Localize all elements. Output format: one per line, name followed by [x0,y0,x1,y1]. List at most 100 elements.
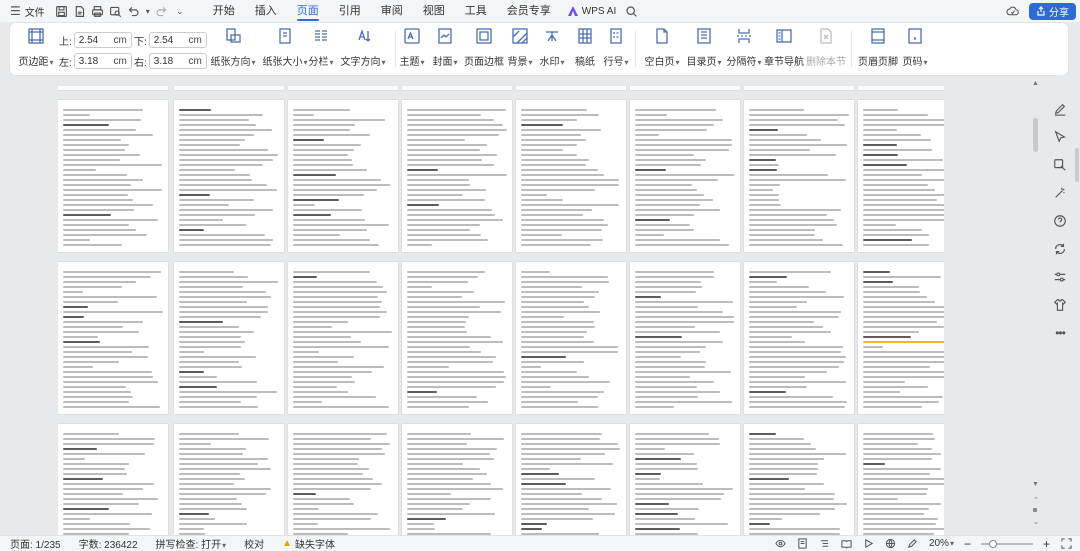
fit-page-icon[interactable] [1060,538,1072,550]
manuscript-button[interactable]: 稿纸 [572,23,598,75]
print-preview-icon[interactable] [107,2,125,20]
shirt-icon[interactable] [1051,296,1069,314]
page-thumbnail[interactable] [630,100,740,252]
page-view-icon[interactable] [797,538,809,550]
wps-ai-button[interactable]: WPS AI [561,5,622,17]
style-brush-icon[interactable] [1051,156,1069,174]
word-count[interactable]: 字数: 236422 [69,536,146,551]
page-thumbnail[interactable] [58,100,168,252]
section-nav-button[interactable]: 章节导航 [764,23,804,75]
page-thumbnail[interactable] [516,424,626,535]
cloud-sync-icon[interactable] [1003,2,1021,20]
page-thumbnail[interactable] [174,424,284,535]
play-icon[interactable] [863,538,875,550]
page-thumbnail[interactable] [516,262,626,414]
share-button[interactable]: 分享 [1029,2,1076,20]
delete-section-button[interactable]: 删除本节 [806,23,846,75]
page-thumbnail[interactable] [744,86,854,90]
zoom-level[interactable]: 20% [929,538,954,549]
zoom-in-icon[interactable]: + [1043,537,1050,551]
scroll-down-icon[interactable]: ▼ [1032,481,1039,488]
page-thumbnail[interactable] [630,424,740,535]
tab-review[interactable]: 审阅 [371,0,413,22]
blank-page-button[interactable]: 空白页 [644,23,680,75]
undo-icon[interactable] [125,2,143,20]
magic-tools-icon[interactable] [1051,184,1069,202]
page-thumbnail[interactable] [288,100,398,252]
page-thumbnail[interactable] [402,424,512,535]
zoom-slider[interactable] [980,539,1033,548]
page-thumbnail[interactable] [174,262,284,414]
settings-sliders-icon[interactable] [1051,268,1069,286]
margin-left-field[interactable]: 左: 3.18 cm [59,53,132,69]
page-thumbnail[interactable] [744,262,854,414]
print-icon[interactable] [89,2,107,20]
page-thumbnail[interactable] [744,100,854,252]
file-menu[interactable]: ☰ 文件 [0,4,53,19]
tab-member[interactable]: 会员专享 [497,0,561,22]
margin-top-field[interactable]: 上: 2.54 cm [59,32,132,48]
save-icon[interactable] [53,2,71,20]
web-layout-icon[interactable] [885,538,897,550]
page-thumbnail[interactable] [174,86,284,90]
page-border-button[interactable]: 页面边框 [464,23,504,75]
watermark-button[interactable]: 水印 [538,23,566,75]
eye-protection-icon[interactable] [775,538,787,550]
help-icon[interactable] [1051,212,1069,230]
columns-button[interactable]: 分栏 [306,23,336,75]
margin-bottom-field[interactable]: 下: 2.54 cm [134,32,207,48]
scroll-up-icon[interactable]: ▲ [1032,80,1039,87]
separator-button[interactable]: 分隔符 [726,23,762,75]
page-thumbnail[interactable] [288,262,398,414]
more-icon[interactable]: ••• [1051,324,1069,342]
redo-icon[interactable] [153,2,171,20]
margin-right-field[interactable]: 右: 3.18 cm [134,53,207,69]
sidebar-scroll-thumb[interactable] [1075,148,1079,182]
cover-button[interactable]: 封面 [431,23,459,75]
tab-tools[interactable]: 工具 [455,0,497,22]
page-thumbnail[interactable] [402,86,512,90]
page-thumbnail[interactable] [744,424,854,535]
more-quick-access-icon[interactable]: ⌄ [171,2,189,20]
zoom-out-icon[interactable]: − [964,537,971,551]
page-thumbnail[interactable] [174,100,284,252]
zoom-slider-knob[interactable] [988,539,997,548]
page-number-button[interactable]: 页码 [900,23,930,75]
page-thumbnail[interactable] [858,262,944,414]
edit-mode-icon[interactable] [907,538,919,550]
page-thumbnail[interactable] [288,424,398,535]
spell-check-toggle[interactable]: 拼写检查: 打开 [146,536,235,551]
page-thumbnail[interactable] [58,86,168,90]
next-page-icon[interactable]: ⌄ [1033,518,1039,526]
undo-dropdown-icon[interactable]: ▾ [143,2,153,20]
export-pdf-icon[interactable] [71,2,89,20]
vertical-scrollbar[interactable]: ▲ ▼ ⌃ ⌄ [1030,78,1042,537]
page-thumbnail[interactable] [402,262,512,414]
missing-font-button[interactable]: ▲ 缺失字体 [272,536,343,551]
page-thumbnail[interactable] [858,100,944,252]
sync-icon[interactable] [1051,240,1069,258]
proofread-button[interactable]: 校对 [234,536,272,551]
page-indicator[interactable]: 页面: 1/235 [0,536,69,551]
tab-references[interactable]: 引用 [329,0,371,22]
paper-orientation-button[interactable]: 纸张方向 [210,23,256,75]
outline-view-icon[interactable] [819,538,831,550]
page-thumbnail[interactable] [58,262,168,414]
tab-insert[interactable]: 插入 [245,0,287,22]
page-thumbnail[interactable] [858,86,944,90]
page-thumbnail[interactable] [288,86,398,90]
tab-home[interactable]: 开始 [203,0,245,22]
search-icon[interactable] [622,2,640,20]
header-footer-button[interactable]: 页眉页脚 [858,23,898,75]
theme-button[interactable]: 主题 [399,23,425,75]
select-browse-object-icon[interactable] [1033,508,1037,512]
page-thumbnail[interactable] [516,86,626,90]
toc-page-button[interactable]: 目录页 [686,23,722,75]
paper-size-button[interactable]: 纸张大小 [262,23,308,75]
text-direction-button[interactable]: 文字方向 [340,23,386,75]
page-thumbnail[interactable] [402,100,512,252]
page-thumbnail[interactable] [630,86,740,90]
scrollbar-thumb[interactable] [1033,118,1038,152]
document-pages-area[interactable] [58,86,944,535]
tab-view[interactable]: 视图 [413,0,455,22]
